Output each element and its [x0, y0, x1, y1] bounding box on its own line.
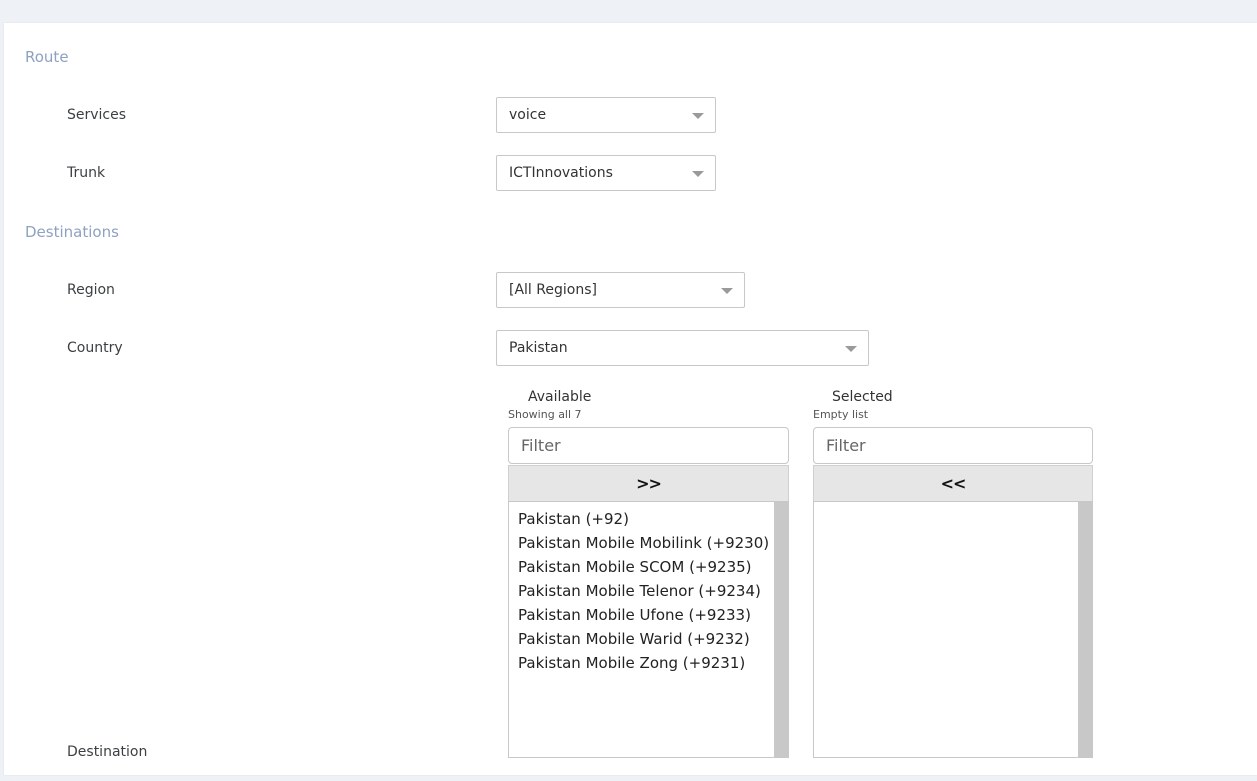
available-title: Available — [528, 389, 592, 405]
country-label: Country — [67, 340, 123, 356]
region-select-value: [All Regions] — [509, 282, 597, 298]
remove-all-button[interactable]: << — [813, 465, 1093, 502]
selected-title: Selected — [832, 389, 893, 405]
trunk-label: Trunk — [67, 165, 106, 181]
list-option[interactable]: Pakistan Mobile Mobilink (+9230) — [509, 531, 788, 555]
country-select[interactable]: Pakistan — [496, 330, 869, 366]
list-option[interactable]: Pakistan Mobile Telenor (+9234) — [509, 579, 788, 603]
available-scrollbar[interactable] — [774, 502, 788, 757]
available-options: Pakistan (+92) Pakistan Mobile Mobilink (… — [509, 502, 788, 675]
list-option[interactable]: Pakistan Mobile Ufone (+9233) — [509, 603, 788, 627]
region-select[interactable]: [All Regions] — [496, 272, 745, 308]
move-all-button[interactable]: >> — [508, 465, 789, 502]
chevron-down-icon — [692, 113, 704, 119]
chevron-down-icon — [692, 171, 704, 177]
list-option[interactable]: Pakistan Mobile Zong (+9231) — [509, 651, 788, 675]
services-label: Services — [67, 107, 127, 123]
list-option[interactable]: Pakistan (+92) — [509, 507, 788, 531]
list-option[interactable]: Pakistan Mobile Warid (+9232) — [509, 627, 788, 651]
chevron-down-icon — [845, 346, 857, 352]
trunk-select[interactable]: ICTInnovations — [496, 155, 716, 191]
selected-listbox[interactable] — [813, 501, 1093, 758]
selected-info: Empty list — [813, 408, 869, 421]
selected-options — [814, 502, 1092, 507]
route-section-title: Route — [25, 48, 69, 66]
services-select[interactable]: voice — [496, 97, 716, 133]
trunk-select-value: ICTInnovations — [509, 165, 613, 181]
services-select-value: voice — [509, 107, 547, 123]
available-filter-input[interactable] — [508, 427, 789, 464]
destination-label: Destination — [67, 744, 148, 760]
destinations-section-title: Destinations — [25, 223, 119, 241]
list-option[interactable]: Pakistan Mobile SCOM (+9235) — [509, 555, 788, 579]
selected-filter-input[interactable] — [813, 427, 1093, 464]
region-label: Region — [67, 282, 115, 298]
country-select-value: Pakistan — [509, 340, 568, 356]
selected-scrollbar[interactable] — [1078, 502, 1092, 757]
available-info: Showing all 7 — [508, 408, 582, 421]
available-listbox[interactable]: Pakistan (+92) Pakistan Mobile Mobilink (… — [508, 501, 789, 758]
chevron-down-icon — [721, 288, 733, 294]
